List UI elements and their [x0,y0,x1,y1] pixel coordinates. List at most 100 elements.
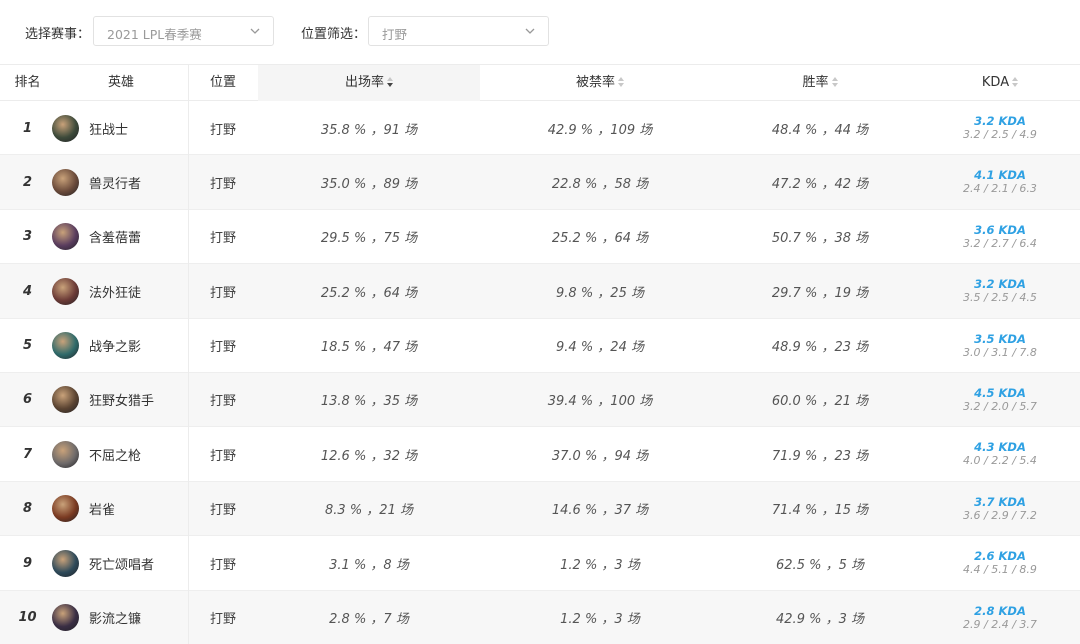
position-cell: 打野 [209,612,236,628]
kda-cell: 4.3 KDA 4.0 / 2.2 / 5.4 [920,427,1080,481]
win-rate-cell: 48.9 % ，23 场 [771,340,869,356]
position-cell: 打野 [209,231,236,247]
hero-cell[interactable]: 岩雀 [52,482,188,536]
hero-avatar [52,114,79,142]
sort-desc-icon [387,77,393,87]
position-cell: 打野 [209,503,236,519]
position-cell: 打野 [209,557,236,573]
hero-cell[interactable]: 法外狂徒 [52,264,188,318]
kda-value: 3.5 KDA [974,331,1026,346]
hero-name: 含羞蓓蕾 [89,231,142,247]
win-rate-cell: 60.0 % ，21 场 [771,394,869,410]
kda-detail: 3.5 / 2.5 / 4.5 [963,291,1037,305]
position-cell: 打野 [209,176,236,192]
kda-value: 3.2 KDA [974,114,1026,128]
hero-cell[interactable]: 死亡颂唱者 [52,536,188,590]
table-row[interactable]: 6 狂野女猎手 打野 13.8 % ，35 场 39.4 % ，100 场 60.0 % … [0,372,1080,428]
col-hero: 英雄 [107,75,134,90]
table-row[interactable]: 1 狂战士 打野 35.8 % ，91 场 42.9 % ，109 场 48.4 % ，4… [0,101,1080,156]
position-cell: 打野 [209,448,236,464]
kda-value: 4.3 KDA [974,440,1026,455]
hero-cell[interactable]: 战争之影 [52,319,188,373]
pick-rate-cell: 29.5 % ，75 场 [320,231,418,247]
table-row[interactable]: 4 法外狂徒 打野 25.2 % ，64 场 9.8 % ，25 场 29.7 % ，19… [0,264,1080,319]
hero-avatar [52,386,79,414]
kda-detail: 4.4 / 5.1 / 8.9 [963,563,1037,577]
table-body: 1 狂战士打野 35.8 % ，91 场 42.9 % ，109 场 48.4 % ，4… [0,101,1080,644]
kda-value: 3.6 KDA [974,222,1026,237]
col-win-rate-label: 胜率 [802,75,829,90]
col-pick-rate-sort[interactable]: 出场率 [258,65,480,101]
table-row[interactable]: 2 兽灵行者 打野 35.0 % ，89 场 22.8 % ，58 场 47.2 % ，4… [0,155,1080,210]
ban-rate-cell: 37.0 % ，94 场 [551,448,649,464]
win-rate-cell: 50.7 % ，38 场 [771,231,869,247]
hero-cell[interactable]: 兽灵行者 [52,155,188,209]
sort-icon [618,77,624,87]
event-select[interactable]: 2021 LPL春季赛 [93,16,274,46]
event-select-value: 2021 LPL春季赛 [107,27,202,42]
pick-rate-cell: 25.2 % ，64 场 [320,285,418,301]
hero-cell[interactable]: 狂战士 [52,101,188,155]
hero-name: 法外狂徒 [89,285,142,301]
rank-cell: 10 [18,610,37,626]
rank-cell: 7 [22,446,33,462]
position-cell: 打野 [209,340,236,356]
position-select[interactable]: 打野 [368,16,549,46]
win-rate-cell: 71.4 % ，15 场 [771,503,869,519]
ban-rate-cell: 42.9 % ，109 场 [547,122,653,138]
hero-avatar [52,223,79,251]
win-rate-cell: 29.7 % ，19 场 [771,285,869,301]
kda-detail: 4.0 / 2.2 / 5.4 [963,454,1037,468]
table-row[interactable]: 3 含羞蓓蕾 打野 29.5 % ，75 场 25.2 % ，64 场 50.7 % ，3… [0,210,1080,265]
table-row[interactable]: 8 岩雀 打野 8.3 % ，21 场 14.6 % ，37 场 71.4 % ，15 场… [0,481,1080,537]
col-pick-rate-label: 出场率 [344,75,384,90]
pick-rate-cell: 35.0 % ，89 场 [320,176,418,192]
kda-detail: 3.2 / 2.7 / 6.4 [963,236,1037,250]
hero-cell[interactable]: 含羞蓓蕾 [52,210,188,264]
event-filter-label: 选择赛事： [25,27,91,42]
kda-detail: 3.2 / 2.5 / 4.9 [963,128,1037,141]
kda-cell: 4.1 KDA 2.4 / 2.1 / 6.3 [920,155,1080,209]
hero-name: 狂野女猎手 [89,394,155,410]
win-rate-cell: 48.4 % ，44 场 [771,122,869,138]
ban-rate-cell: 1.2 % ，3 场 [560,557,640,573]
rank-cell: 5 [22,338,33,354]
pick-rate-cell: 18.5 % ，47 场 [320,340,418,356]
table-row[interactable]: 10 影流之镰 打野 2.8 % ，7 场 1.2 % ，3 场 42.9 % ，3 场 2… [0,590,1080,644]
sort-icon [1012,77,1019,87]
hero-avatar [52,332,79,360]
table-row[interactable]: 7 不屈之枪 打野 12.6 % ，32 场 37.0 % ，94 场 71.9 % ，2… [0,427,1080,482]
hero-cell[interactable]: 不屈之枪 [52,427,188,481]
pick-rate-cell: 35.8 % ，91 场 [320,122,418,138]
col-kda-label: KDA [981,75,1010,90]
hero-name: 死亡颂唱者 [89,557,155,573]
pick-rate-cell: 3.1 % ，8 场 [329,557,409,573]
kda-cell: 2.6 KDA 4.4 / 5.1 / 8.9 [920,536,1080,590]
kda-value: 3.2 KDA [974,277,1026,292]
col-win-rate-sort[interactable]: 胜率 [720,65,920,101]
kda-cell: 3.5 KDA 3.0 / 3.1 / 7.8 [920,319,1080,373]
hero-cell[interactable]: 影流之镰 [52,591,188,644]
position-filter-label: 位置筛选： [301,27,367,42]
rank-cell: 2 [22,174,33,190]
col-kda-sort[interactable]: KDA [920,65,1080,101]
pick-rate-cell: 13.8 % ，35 场 [320,394,418,410]
table-row[interactable]: 9 死亡颂唱者 打野 3.1 % ，8 场 1.2 % ，3 场 62.5 % ，5 场 2… [0,536,1080,591]
col-position: 位置 [209,75,236,90]
hero-cell[interactable]: 狂野女猎手 [52,373,188,427]
column-divider [188,64,189,644]
rank-cell: 4 [22,283,33,299]
hero-avatar [52,440,79,468]
hero-avatar [52,495,79,523]
pick-rate-cell: 12.6 % ，32 场 [320,448,418,464]
kda-detail: 2.9 / 2.4 / 3.7 [963,617,1037,631]
kda-cell: 3.2 KDA 3.2 / 2.5 / 4.9 [920,101,1080,155]
ban-rate-cell: 1.2 % ，3 场 [560,612,640,628]
kda-value: 2.6 KDA [974,549,1026,564]
hero-name: 岩雀 [89,503,116,519]
rank-cell: 1 [22,120,33,136]
pick-rate-cell: 8.3 % ，21 场 [325,503,413,519]
col-ban-rate-sort[interactable]: 被禁率 [480,65,720,101]
pick-rate-cell: 2.8 % ，7 场 [329,612,409,628]
table-row[interactable]: 5 战争之影 打野 18.5 % ，47 场 9.4 % ，24 场 48.9 % ，23… [0,319,1080,373]
